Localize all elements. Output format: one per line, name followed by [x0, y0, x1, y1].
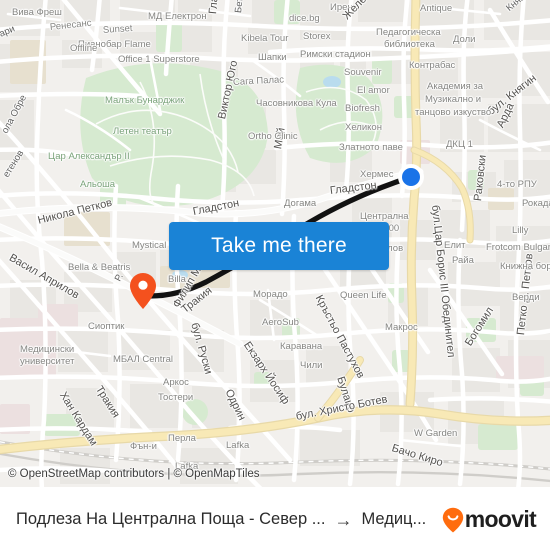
- moovit-pin-icon: [442, 507, 463, 532]
- trip-summary[interactable]: Подлеза На Централна Поща - Север ... → …: [16, 510, 442, 529]
- map-attribution[interactable]: © OpenStreetMap contributors | © OpenMap…: [8, 468, 260, 480]
- moovit-wordmark: moovit: [464, 506, 537, 532]
- take-me-there-button[interactable]: Take me there: [169, 222, 389, 270]
- destination-marker[interactable]: [398, 164, 424, 190]
- map-screen: Вива Фреш ари Ренесанс Sunset МД Електрон Пиа…: [0, 0, 550, 550]
- bottom-bar: Подлеза На Централна Поща - Север ... → …: [0, 487, 550, 550]
- moovit-logo[interactable]: moovit: [442, 506, 537, 533]
- map-canvas[interactable]: Вива Фреш ари Ренесанс Sunset МД Електрон Пиа…: [0, 0, 550, 487]
- arrow-right-icon: →: [334, 509, 353, 530]
- origin-marker[interactable]: [129, 272, 157, 310]
- map-pin-icon: [130, 273, 156, 309]
- destination-station-label: Медиц...: [361, 510, 427, 528]
- destination-marker-core: [402, 168, 420, 186]
- origin-station-label: Подлеза На Централна Поща - Север ...: [16, 510, 326, 528]
